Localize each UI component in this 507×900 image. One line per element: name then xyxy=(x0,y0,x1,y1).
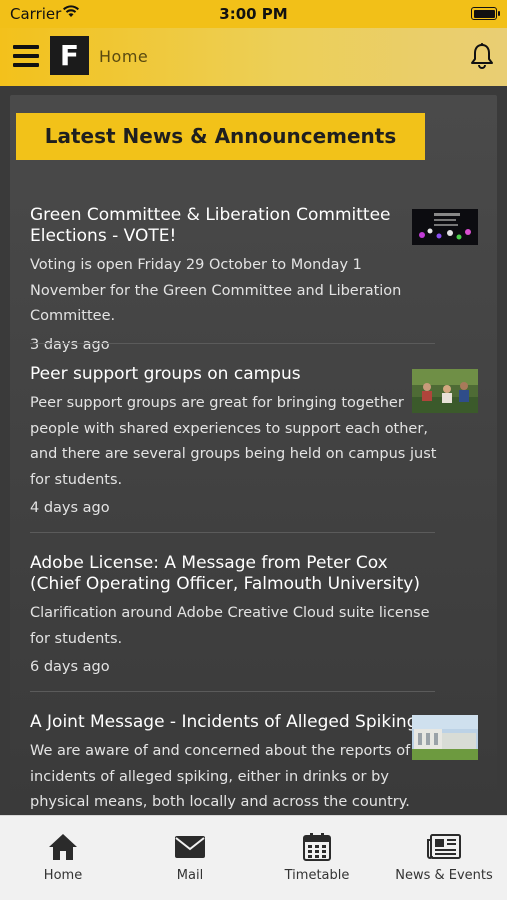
news-item[interactable]: Peer support groups on campus Peer suppo… xyxy=(30,364,440,516)
tab-timetable[interactable]: Timetable xyxy=(254,816,380,900)
mail-icon xyxy=(175,836,205,858)
tab-label: Mail xyxy=(176,868,204,883)
news-thumbnail[interactable] xyxy=(412,369,478,413)
tab-label: News & Events xyxy=(395,868,493,883)
battery-icon xyxy=(471,7,500,20)
news-thumbnail[interactable] xyxy=(412,209,478,245)
news-title[interactable]: Green Committee & Liberation Committee E… xyxy=(30,205,440,247)
divider xyxy=(30,691,435,692)
clock: 3:00 PM xyxy=(219,5,288,23)
menu-icon[interactable] xyxy=(13,45,39,67)
divider xyxy=(30,532,435,533)
news-title[interactable]: Peer support groups on campus xyxy=(30,364,440,385)
tab-news-events[interactable]: News & Events xyxy=(381,816,507,900)
tab-label: Home xyxy=(43,868,83,883)
news-summary: Peer support groups are great for bringi… xyxy=(30,395,437,488)
news-title[interactable]: Adobe License: A Message from Peter Cox … xyxy=(30,553,440,595)
tab-home[interactable]: Home xyxy=(0,816,126,900)
tab-bar: Home Mail Timetable News & Events xyxy=(0,815,507,900)
news-title[interactable]: A Joint Message - Incidents of Alleged S… xyxy=(30,712,440,733)
news-panel[interactable]: Latest News & Announcements Green Commit… xyxy=(10,95,497,815)
news-thumbnail[interactable] xyxy=(412,715,478,760)
section-heading: Latest News & Announcements xyxy=(44,124,397,148)
status-bar: Carrier 3:00 PM xyxy=(0,0,507,28)
page-title: Home xyxy=(99,47,149,66)
news-item[interactable]: A Joint Message - Incidents of Alleged S… xyxy=(30,712,440,815)
tab-mail[interactable]: Mail xyxy=(127,816,253,900)
section-heading-banner: Latest News & Announcements xyxy=(16,113,425,160)
app-logo[interactable]: F xyxy=(50,36,89,75)
news-item[interactable]: Adobe License: A Message from Peter Cox … xyxy=(30,553,440,675)
news-age: 3 days ago xyxy=(30,336,110,353)
news-summary: Voting is open Friday 29 October to Mond… xyxy=(30,257,402,324)
news-summary: Clarification around Adobe Creative Clou… xyxy=(30,605,430,647)
newspaper-icon xyxy=(427,834,461,859)
bell-icon[interactable] xyxy=(469,42,495,70)
tab-label: Timetable xyxy=(284,868,350,883)
news-summary: We are aware of and concerned about the … xyxy=(30,743,411,810)
news-age: 4 days ago xyxy=(30,500,110,516)
calendar-icon xyxy=(303,833,331,861)
divider xyxy=(30,343,435,344)
news-age: 6 days ago xyxy=(30,659,110,675)
news-item[interactable]: Green Committee & Liberation Committee E… xyxy=(30,205,440,353)
nav-bar: F Home xyxy=(0,28,507,86)
home-icon xyxy=(49,834,77,860)
